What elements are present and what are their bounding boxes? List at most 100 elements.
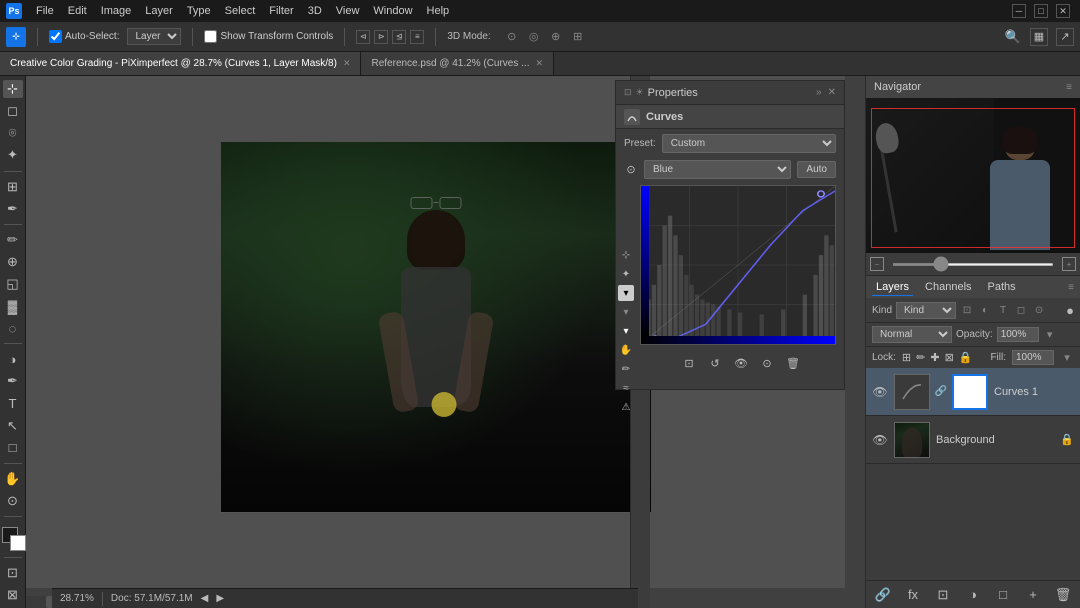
delete-layer-icon[interactable]: 🗑 <box>1054 586 1072 604</box>
channel-target-icon[interactable]: ⊙ <box>624 163 638 177</box>
shape-icon[interactable]: □ <box>3 439 23 457</box>
eyedropper-black-icon[interactable]: ▾ <box>618 285 634 301</box>
properties-close-icon[interactable]: ✕ <box>828 87 836 98</box>
layer-link-curves1[interactable]: 🔗 <box>936 386 946 397</box>
layer-visibility-background[interactable]: 👁 <box>872 432 888 448</box>
delete-icon[interactable]: 🗑 <box>783 353 803 373</box>
pixel-filter-icon[interactable]: ⊡ <box>960 303 974 317</box>
eraser-icon[interactable]: ◱ <box>3 275 23 293</box>
align-right-icon[interactable]: ⊴ <box>392 30 406 44</box>
shape-filter-icon[interactable]: ◻ <box>1014 303 1028 317</box>
pen-icon[interactable]: ✒ <box>3 372 23 390</box>
dodge-icon[interactable]: ◑ <box>3 350 23 368</box>
curves-graph[interactable] <box>640 185 836 345</box>
menu-file[interactable]: File <box>36 5 54 17</box>
search-icon[interactable]: 🔍 <box>1004 28 1022 46</box>
link-layers-icon[interactable]: 🔗 <box>874 586 892 604</box>
pencil-icon[interactable]: ✏ <box>618 361 634 377</box>
layer-item-background[interactable]: 👁 Background 🔒 <box>866 416 1080 464</box>
path-select-icon[interactable]: ↖ <box>3 417 23 435</box>
zoom-out-icon[interactable]: − <box>870 257 884 271</box>
scroll-left-icon[interactable]: ◀ <box>201 593 209 604</box>
select-rect-icon[interactable]: ◻ <box>3 102 23 120</box>
menu-type[interactable]: Type <box>187 5 211 17</box>
opacity-input[interactable] <box>997 327 1039 342</box>
close-button[interactable]: ✕ <box>1056 4 1070 18</box>
eyedropper-icon[interactable]: ✒ <box>3 200 23 218</box>
lock-artboard-icon[interactable]: ⊠ <box>945 351 954 364</box>
move-tool[interactable]: ⊹ <box>6 27 26 47</box>
eyedropper-gray-icon[interactable]: ▾ <box>618 304 634 320</box>
full-screen-icon[interactable]: ⊠ <box>3 586 23 604</box>
align-center-icon[interactable]: ⊳ <box>374 30 388 44</box>
navigator-menu-icon[interactable]: ≡ <box>1066 82 1072 93</box>
tab-reference[interactable]: Reference.psd @ 41.2% (Curves ... ✕ <box>361 52 554 75</box>
hand-icon[interactable]: ✋ <box>3 470 23 488</box>
opacity-dropdown-icon[interactable]: ▾ <box>1043 328 1057 342</box>
tab-main-close[interactable]: ✕ <box>343 58 351 69</box>
preset-select[interactable]: Custom <box>662 134 836 153</box>
layer-item-curves1[interactable]: 👁 🔗 Curves 1 <box>866 368 1080 416</box>
lock-image-icon[interactable]: ✏ <box>916 351 925 364</box>
reset-icon[interactable]: ↺ <box>705 353 725 373</box>
zoom-slider[interactable] <box>892 263 1054 266</box>
channel-switch-icon[interactable]: ⊡ <box>679 353 699 373</box>
restore-button[interactable]: □ <box>1034 4 1048 18</box>
mask-icon[interactable]: ⊙ <box>757 353 777 373</box>
new-layer-icon[interactable]: + <box>1024 586 1042 604</box>
lock-all-icon[interactable]: 🔒 <box>959 351 973 364</box>
move-tool-icon[interactable]: ⊹ <box>3 80 23 98</box>
align-left-icon[interactable]: ⊲ <box>356 30 370 44</box>
tab-reference-close[interactable]: ✕ <box>535 58 543 69</box>
layer-visibility-curves1[interactable]: 👁 <box>872 384 888 400</box>
clone-icon[interactable]: ⊕ <box>3 253 23 271</box>
photo-canvas[interactable] <box>221 142 651 512</box>
tab-paths[interactable]: Paths <box>984 279 1020 295</box>
curve-edit-icon[interactable]: ⊹ <box>618 247 634 263</box>
brush-icon[interactable]: ✏ <box>3 231 23 249</box>
background-color[interactable] <box>10 535 26 551</box>
blend-mode-select[interactable]: Normal <box>872 326 952 343</box>
lasso-icon[interactable]: ⌾ <box>3 124 23 142</box>
menu-edit[interactable]: Edit <box>68 5 87 17</box>
menu-select[interactable]: Select <box>225 5 256 17</box>
menu-3d[interactable]: 3D <box>308 5 322 17</box>
3d-tool-4[interactable]: ⊞ <box>569 28 587 46</box>
3d-tool-3[interactable]: ⊕ <box>547 28 565 46</box>
screen-mode-icon[interactable]: ⊡ <box>3 564 23 582</box>
visibility-icon[interactable]: 👁 <box>731 353 751 373</box>
minimize-button[interactable]: ─ <box>1012 4 1026 18</box>
zoom-in-icon[interactable]: + <box>1062 257 1076 271</box>
channel-select[interactable]: Blue RGB Red Green <box>644 160 791 179</box>
tab-layers[interactable]: Layers <box>872 279 913 296</box>
hand-drag-icon[interactable]: ✋ <box>618 342 634 358</box>
menu-image[interactable]: Image <box>101 5 132 17</box>
distribute-icon[interactable]: ≡ <box>410 30 424 44</box>
auto-button[interactable]: Auto <box>797 161 836 178</box>
lock-position-icon[interactable]: ✚ <box>930 351 939 364</box>
menu-help[interactable]: Help <box>427 5 450 17</box>
kind-toggle-icon[interactable]: ● <box>1066 303 1074 318</box>
menu-layer[interactable]: Layer <box>145 5 173 17</box>
scroll-right-icon[interactable]: ▶ <box>216 593 224 604</box>
layers-menu-icon[interactable]: ≡ <box>1068 282 1074 293</box>
properties-expand-icon[interactable]: » <box>816 87 822 98</box>
menu-view[interactable]: View <box>336 5 360 17</box>
show-transform-checkbox[interactable]: Show Transform Controls <box>204 30 333 43</box>
tab-main[interactable]: Creative Color Grading - PiXimperfect @ … <box>0 52 361 75</box>
crop-icon[interactable]: ⊞ <box>3 177 23 195</box>
smart-filter-icon[interactable]: ⊙ <box>1032 303 1046 317</box>
auto-select-checkbox[interactable]: Auto-Select: <box>49 30 119 43</box>
layout-icon[interactable]: ▦ <box>1030 28 1048 46</box>
blur-icon[interactable]: ◌ <box>3 319 23 337</box>
3d-tool-2[interactable]: ◎ <box>525 28 543 46</box>
eyedropper-white-icon[interactable]: ▾ <box>618 323 634 339</box>
navigator-preview[interactable] <box>866 98 1080 253</box>
share-icon[interactable]: ↗ <box>1056 28 1074 46</box>
gradient-icon[interactable]: ▓ <box>3 297 23 315</box>
magic-wand-icon[interactable]: ✦ <box>3 146 23 164</box>
lock-transparent-icon[interactable]: ⊞ <box>902 351 911 364</box>
add-style-icon[interactable]: fx <box>904 586 922 604</box>
point-edit-icon[interactable]: ✦ <box>618 266 634 282</box>
tab-channels[interactable]: Channels <box>921 279 975 295</box>
